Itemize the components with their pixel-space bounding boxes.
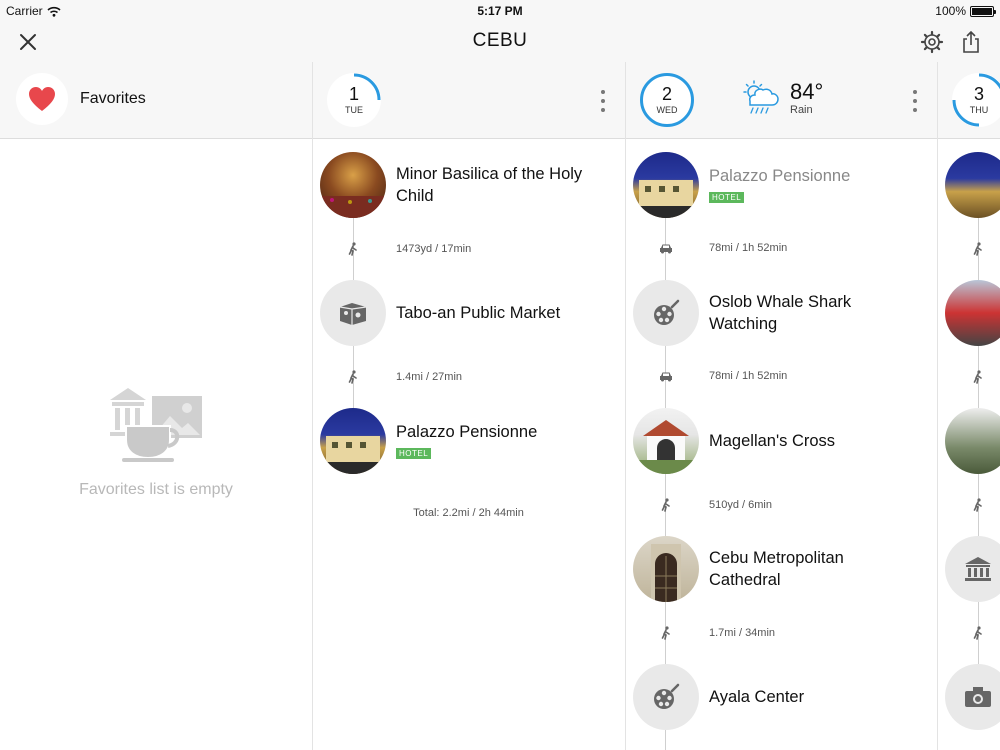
days-header xyxy=(0,62,1000,139)
gear-icon xyxy=(920,30,944,54)
stop-photo xyxy=(633,152,699,218)
column-divider xyxy=(625,62,626,750)
route-leg-text: 78mi / 1h 52min xyxy=(709,242,788,254)
museum-icon xyxy=(965,557,991,581)
stop-name: Tabo-an Public Market xyxy=(396,304,561,322)
stop-icon-circle[interactable] xyxy=(945,664,1000,730)
stop-icon-circle xyxy=(633,280,699,346)
battery-icon xyxy=(970,5,996,17)
weather-condition: Rain xyxy=(790,104,813,116)
walk-icon xyxy=(973,626,982,640)
progress-arc xyxy=(353,73,381,101)
stop-item[interactable]: Cebu Metropolitan Cathedral xyxy=(633,536,909,602)
share-button[interactable] xyxy=(957,28,985,56)
settings-button[interactable] xyxy=(918,28,946,56)
favorites-header[interactable]: Favorites xyxy=(16,73,146,125)
day-weekday: WED xyxy=(656,105,678,115)
walk-icon xyxy=(348,242,357,256)
day-2-badge[interactable]: 2 WED xyxy=(640,73,694,127)
stop-photo xyxy=(320,152,386,218)
stop-item[interactable]: Minor Basilica of the Holy Child xyxy=(320,152,606,218)
route-leg-text: 1473yd / 17min xyxy=(396,243,472,255)
favorites-empty-text: Favorites list is empty xyxy=(79,481,233,498)
market-icon xyxy=(339,303,367,325)
attractions-placeholder-icon xyxy=(110,388,202,462)
stop-name: Ayala Center xyxy=(709,688,805,706)
share-icon xyxy=(963,30,979,53)
walk-icon xyxy=(973,498,982,512)
stop-item[interactable]: Ayala Center xyxy=(633,664,804,730)
route-leg: 78mi / 1h 52min xyxy=(633,370,787,382)
nav-bar: CEBU xyxy=(0,22,1000,62)
route-leg-text: 78mi / 1h 52min xyxy=(709,370,788,382)
stop-item[interactable]: Magellan's Cross xyxy=(633,408,835,474)
day-3-column xyxy=(938,139,1000,750)
stop-icon-circle[interactable] xyxy=(945,536,1000,602)
day-3-badge[interactable]: 3 THU xyxy=(952,73,1000,127)
weather-widget: 84° Rain xyxy=(740,80,823,116)
stop-photo xyxy=(633,536,699,602)
heart-icon xyxy=(29,87,55,111)
day-1-badge[interactable]: 1 TUE xyxy=(327,73,381,127)
walk-icon xyxy=(973,242,982,256)
route-leg-text: 1.4mi / 27min xyxy=(396,371,463,383)
stop-name: Oslob Whale Shark Watching xyxy=(709,293,852,333)
day-2-menu-button[interactable] xyxy=(912,90,918,112)
clock: 5:17 PM xyxy=(477,4,523,18)
stop-item[interactable]: Palazzo Pensionne HOTEL xyxy=(633,152,850,218)
route-leg: 78mi / 1h 52min xyxy=(633,242,787,254)
stop-item[interactable]: Oslob Whale Shark Watching xyxy=(633,280,909,346)
favorites-badge xyxy=(16,73,68,125)
rain-cloud-icon xyxy=(743,80,779,114)
stop-name: Palazzo Pensionne xyxy=(396,423,538,441)
day-total: Total: 2.2mi / 2h 44min xyxy=(413,507,524,519)
camera-icon xyxy=(965,687,991,707)
walk-icon xyxy=(973,370,982,384)
day-1-menu-button[interactable] xyxy=(600,90,606,112)
route-leg: 1.7mi / 34min xyxy=(633,626,775,640)
stop-item[interactable]: Tabo-an Public Market xyxy=(320,280,560,346)
day-number: 2 xyxy=(661,84,672,104)
stop-photo xyxy=(633,408,699,474)
battery-percent: 100% xyxy=(935,4,966,18)
route-leg-text: 1.7mi / 34min xyxy=(709,627,776,639)
stop-icon-circle xyxy=(320,280,386,346)
walk-icon xyxy=(661,626,670,640)
route-leg: 1473yd / 17min xyxy=(320,242,471,256)
stop-name: Minor Basilica of the Holy Child xyxy=(396,165,583,205)
stop-photo[interactable] xyxy=(945,152,1000,218)
stop-photo[interactable] xyxy=(945,408,1000,474)
car-icon xyxy=(660,372,672,381)
route-leg: 1.4mi / 27min xyxy=(320,370,462,384)
stop-name: Magellan's Cross xyxy=(709,432,836,450)
route-connector xyxy=(665,730,666,750)
column-divider xyxy=(312,62,313,750)
stop-name: Palazzo Pensionne xyxy=(709,167,851,185)
route-leg-text: 510yd / 6min xyxy=(709,499,772,511)
progress-arc xyxy=(952,73,1000,127)
stop-photo xyxy=(320,408,386,474)
walk-icon xyxy=(348,370,357,384)
stop-icon-circle xyxy=(633,664,699,730)
walk-icon xyxy=(661,498,670,512)
favorites-empty-state: Favorites list is empty xyxy=(0,380,312,499)
hotel-badge: HOTEL xyxy=(709,192,745,203)
film-reel-icon xyxy=(654,683,680,709)
film-reel-icon xyxy=(654,299,680,325)
hotel-badge: HOTEL xyxy=(396,448,432,459)
stop-photo[interactable] xyxy=(945,280,1000,346)
status-bar: Carrier 5:17 PM 100% xyxy=(0,0,1000,22)
route-leg: 510yd / 6min xyxy=(633,498,772,512)
car-icon xyxy=(660,244,672,253)
favorites-label: Favorites xyxy=(80,90,146,107)
stop-name: Cebu Metropolitan Cathedral xyxy=(709,549,844,589)
weather-temp: 84° xyxy=(790,79,824,104)
stop-item[interactable]: Palazzo Pensionne HOTEL xyxy=(320,408,537,474)
battery-info: 100% xyxy=(935,4,996,18)
page-title: CEBU xyxy=(472,30,528,51)
